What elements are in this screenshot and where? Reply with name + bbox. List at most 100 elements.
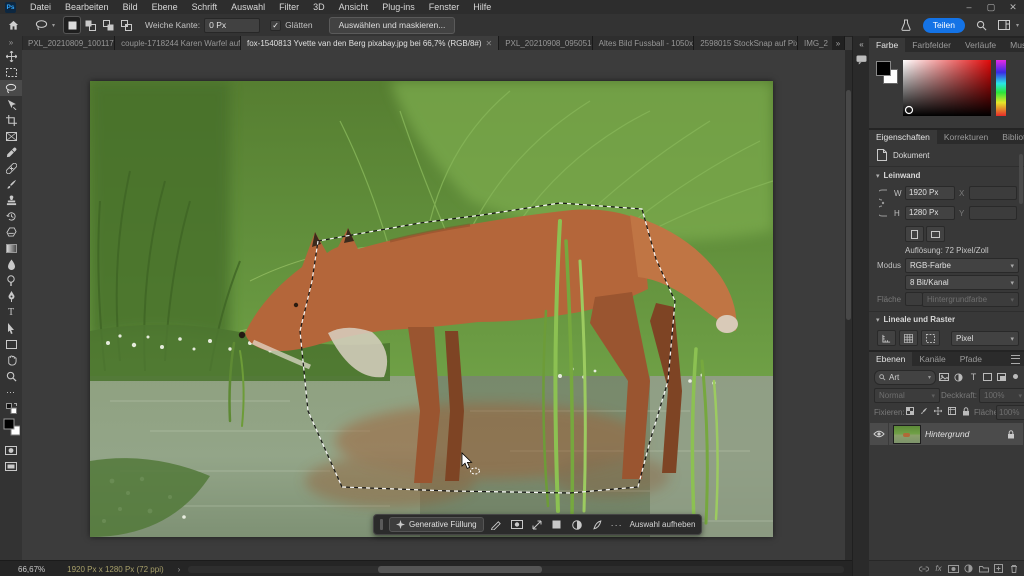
menu-filter[interactable]: Filter	[272, 0, 306, 14]
width-input[interactable]: 1920 Px	[905, 186, 955, 200]
new-adjustment-layer-icon[interactable]	[962, 563, 975, 575]
filter-shape-layers-icon[interactable]	[981, 371, 994, 383]
orientation-portrait-button[interactable]	[905, 226, 924, 242]
tool-clone-stamp[interactable]	[0, 192, 22, 208]
taskbar-more-icon[interactable]: ···	[610, 518, 624, 531]
units-select[interactable]: Pixel▾	[951, 331, 1019, 346]
bit-depth-select[interactable]: 8 Bit/Kanal▾	[905, 275, 1019, 290]
menu-datei[interactable]: Datei	[23, 0, 58, 14]
lasso-tool-preset-icon[interactable]	[32, 17, 50, 33]
lock-all-icon[interactable]	[959, 405, 972, 417]
transform-selection-icon[interactable]	[530, 518, 544, 531]
tool-object-selection[interactable]	[0, 96, 22, 112]
properties-scrollbar[interactable]	[1019, 154, 1023, 204]
menu-schrift[interactable]: Schrift	[185, 0, 225, 14]
beta-flask-icon[interactable]	[897, 17, 915, 33]
lock-artboard-icon[interactable]	[945, 405, 958, 417]
add-mask-footer-icon[interactable]	[947, 563, 960, 575]
default-colors-icon[interactable]	[0, 400, 22, 416]
layers-panel-menu-icon[interactable]	[1011, 355, 1020, 364]
lock-pixels-icon[interactable]	[917, 405, 930, 417]
workspace-switcher-icon[interactable]	[995, 17, 1013, 33]
quick-mask-icon[interactable]	[0, 442, 22, 458]
height-input[interactable]: 1280 Px	[905, 206, 955, 220]
tool-blur[interactable]	[0, 256, 22, 272]
tool-shape[interactable]	[0, 336, 22, 352]
tool-brush[interactable]	[0, 176, 22, 192]
tab-overflow-icon[interactable]: »	[832, 36, 844, 50]
tool-path-selection[interactable]	[0, 320, 22, 336]
tab-korrekturen[interactable]: Korrekturen	[937, 130, 995, 144]
fill-selection-icon[interactable]	[550, 518, 564, 531]
tool-gradient[interactable]	[0, 240, 22, 256]
home-icon[interactable]	[4, 17, 22, 33]
tab-kanaele[interactable]: Kanäle	[912, 352, 952, 366]
tool-zoom[interactable]	[0, 368, 22, 384]
selection-mode-intersect[interactable]	[118, 17, 134, 33]
filter-adjustment-layers-icon[interactable]	[952, 371, 965, 383]
doc-tab-active-close-icon[interactable]: ✕	[486, 39, 493, 48]
tool-frame[interactable]	[0, 128, 22, 144]
layer-effects-icon[interactable]: fx	[932, 563, 945, 575]
lock-transparency-icon[interactable]	[903, 405, 916, 417]
opacity-select[interactable]: 100%▾	[979, 388, 1024, 403]
layer-row-hintergrund[interactable]: Hintergrund	[870, 423, 1023, 445]
y-input[interactable]	[969, 206, 1017, 220]
feather-selection-icon[interactable]	[590, 518, 604, 531]
doc-tab-4[interactable]: PXL_20210908_095051314.jpg ✕	[499, 36, 592, 50]
tab-verlaeufe[interactable]: Verläufe	[958, 38, 1003, 52]
doc-tab-1[interactable]: PXL_20210809_100117327.jpg ✕	[22, 36, 115, 50]
layer-visibility-toggle[interactable]	[870, 423, 889, 445]
tool-preset-caret-icon[interactable]: ▾	[52, 22, 55, 29]
layer-filter-toggle[interactable]	[1013, 374, 1018, 379]
tool-pen[interactable]	[0, 288, 22, 304]
tool-eraser[interactable]	[0, 224, 22, 240]
taskbar-drag-handle[interactable]	[380, 519, 383, 530]
screen-mode-icon[interactable]	[0, 458, 22, 474]
link-dimensions-icon[interactable]	[879, 188, 889, 218]
invert-selection-icon[interactable]	[570, 518, 584, 531]
rulers-toggle-icon[interactable]	[877, 330, 896, 346]
grid-toggle-icon[interactable]	[899, 330, 918, 346]
tab-farbe[interactable]: Farbe	[869, 38, 905, 52]
status-expand-icon[interactable]: ›	[178, 565, 181, 574]
zoom-level[interactable]: 66,67%	[18, 565, 45, 574]
layer-thumbnail[interactable]	[894, 426, 920, 443]
filter-pixel-layers-icon[interactable]	[937, 371, 950, 383]
antialias-checkbox[interactable]: ✓	[270, 20, 281, 31]
doc-tab-active-fox[interactable]: fox-1540813 Yvette van den Berg pixabay.…	[241, 36, 499, 50]
tool-healing-brush[interactable]	[0, 160, 22, 176]
tab-bibliotheken[interactable]: Bibliotheken	[995, 130, 1024, 144]
link-layers-icon[interactable]	[917, 563, 930, 575]
tool-history-brush[interactable]	[0, 208, 22, 224]
tab-muster[interactable]: Muster	[1003, 38, 1024, 52]
hue-slider[interactable]	[996, 60, 1006, 116]
select-and-mask-button[interactable]: Auswählen und maskieren...	[329, 17, 456, 34]
x-input[interactable]	[969, 186, 1017, 200]
document-canvas[interactable]	[90, 81, 773, 537]
menu-bild[interactable]: Bild	[116, 0, 145, 14]
color-mode-select[interactable]: RGB-Farbe▾	[905, 258, 1019, 273]
filter-type-layers-icon[interactable]: T	[967, 371, 980, 383]
expand-panels-icon[interactable]: «	[853, 36, 870, 52]
guides-toggle-icon[interactable]	[921, 330, 940, 346]
menu-3d[interactable]: 3D	[306, 0, 332, 14]
canvas-fill-select[interactable]: Hintergrundfarbe▾	[922, 292, 1019, 307]
new-group-icon[interactable]	[977, 563, 990, 575]
color-saturation-field[interactable]	[903, 60, 991, 116]
tab-ebenen[interactable]: Ebenen	[869, 352, 912, 366]
workspace-caret-icon[interactable]: ▾	[1016, 22, 1019, 29]
doc-tab-2[interactable]: couple-1718244 Karen Warfel auf Pixabay.…	[115, 36, 241, 50]
filter-smart-object-icon[interactable]	[995, 371, 1008, 383]
delete-layer-icon[interactable]	[1007, 563, 1020, 575]
tab-pfade[interactable]: Pfade	[953, 352, 989, 366]
selection-mode-add[interactable]	[82, 17, 98, 33]
layer-fill-select[interactable]: 100%	[996, 405, 1024, 420]
doc-tab-5[interactable]: Altes Bild Fussball - 1050x1500.jpg ✕	[593, 36, 695, 50]
generative-fill-button[interactable]: Generative Füllung	[389, 517, 484, 532]
minimize-button[interactable]: –	[958, 0, 980, 14]
close-button[interactable]: ✕	[1002, 0, 1024, 14]
menu-auswahl[interactable]: Auswahl	[224, 0, 272, 14]
tool-crop[interactable]	[0, 112, 22, 128]
modify-selection-icon[interactable]	[490, 518, 504, 531]
